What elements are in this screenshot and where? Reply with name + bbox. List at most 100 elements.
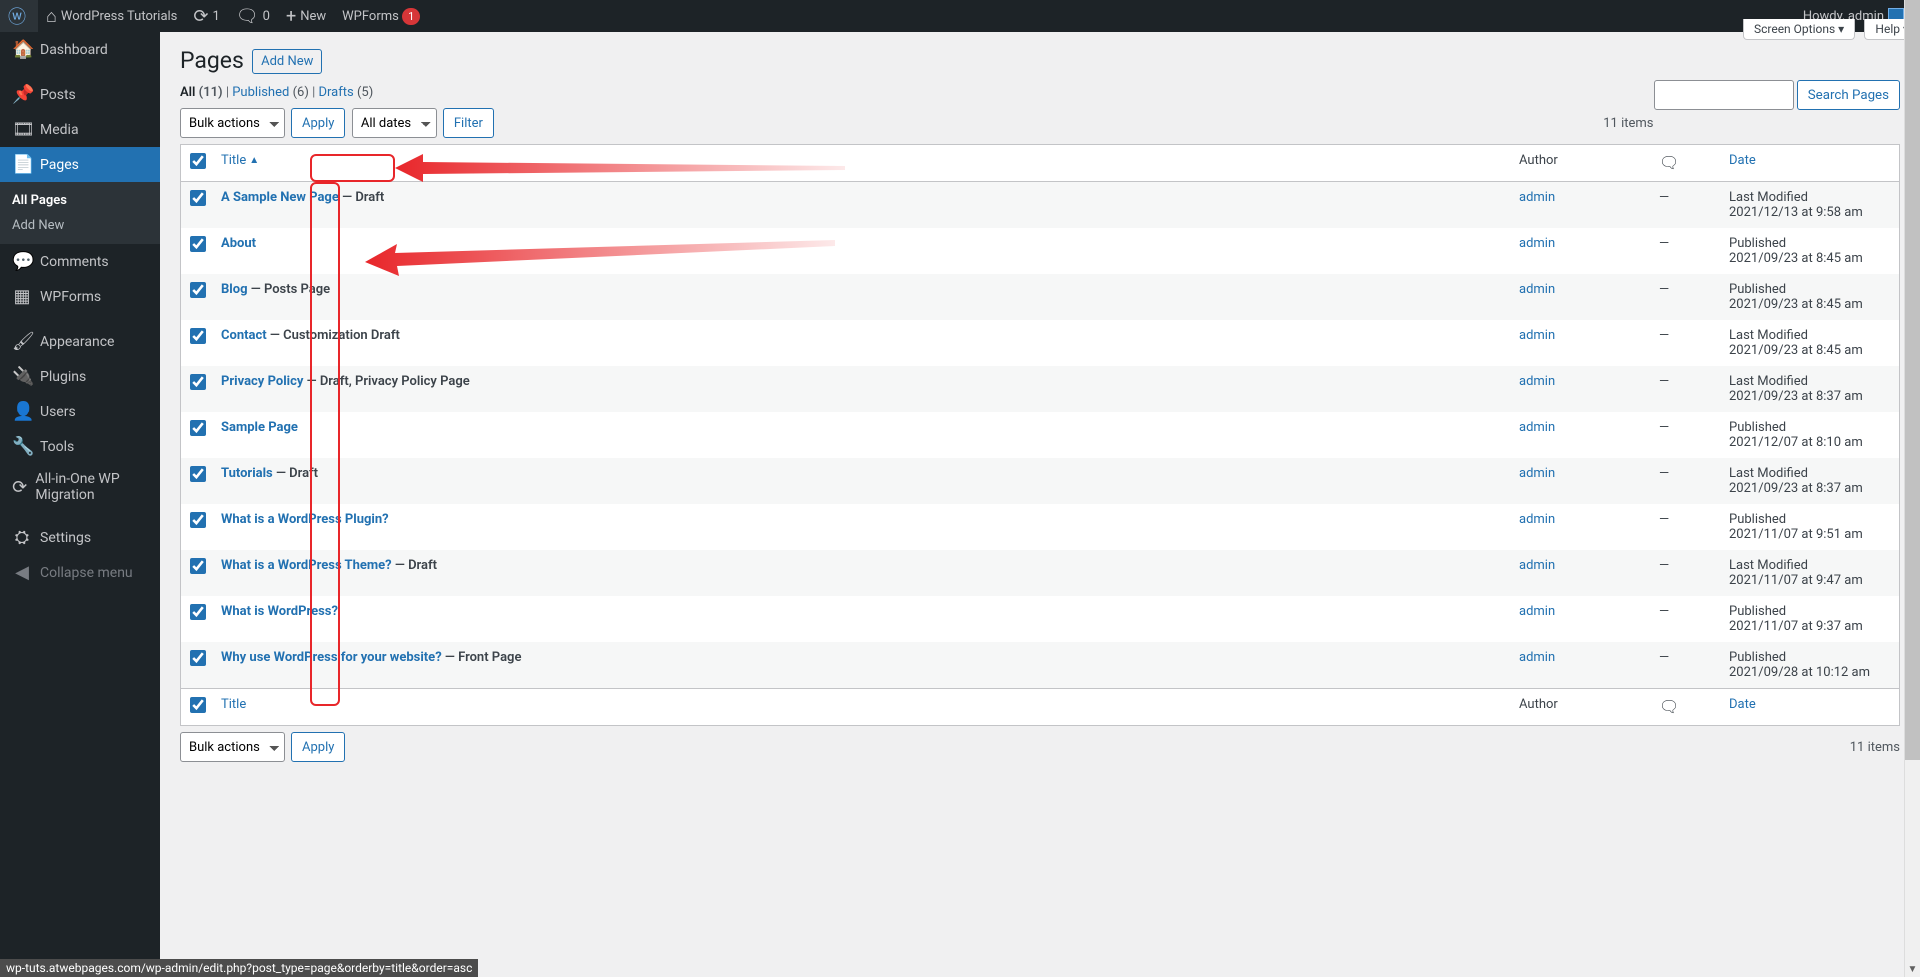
author-link[interactable]: admin (1519, 420, 1555, 435)
wpforms-icon: ▦ (12, 286, 32, 307)
search-input[interactable] (1654, 80, 1794, 110)
sidebar-item-pages[interactable]: 📄Pages (0, 147, 160, 182)
select-all-checkbox[interactable] (190, 153, 206, 169)
screen-options-button[interactable]: Screen Options ▾ (1743, 19, 1855, 40)
date-cell: Last Modified2021/11/07 at 9:47 am (1719, 550, 1899, 596)
sidebar-item-label: Appearance (40, 334, 114, 350)
add-new-button[interactable]: Add New (252, 49, 322, 74)
sidebar-item-migration[interactable]: ⟳All-in-One WP Migration (0, 464, 160, 510)
sidebar-item-tools[interactable]: 🔧Tools (0, 429, 160, 464)
page-title-link[interactable]: Why use WordPress for your website? (221, 650, 442, 665)
author-link[interactable]: admin (1519, 466, 1555, 481)
date-filter-select[interactable]: All dates (352, 108, 437, 138)
view-filters: All (11) | Published (6) | Drafts (5) (180, 85, 1900, 100)
sidebar-item-comments[interactable]: 💬 Comments (0, 244, 160, 279)
sidebar-item-plugins[interactable]: 🔌 Plugins (0, 359, 160, 394)
filter-all[interactable]: All (11) (180, 85, 223, 100)
sidebar-item-media[interactable]: 🎞Media (0, 112, 160, 147)
plugins-icon: 🔌 (12, 366, 32, 387)
scrollbar-track[interactable]: ▼ (1904, 0, 1920, 977)
column-title-sort-bottom[interactable]: Title (221, 697, 246, 712)
sidebar-item-label: Tools (40, 439, 74, 455)
comments-cell: — (1649, 458, 1719, 504)
sidebar-item-dashboard[interactable]: 🏠Dashboard (0, 32, 160, 67)
row-checkbox[interactable] (190, 558, 206, 574)
bulk-action-select-bottom[interactable]: Bulk actions (180, 732, 285, 762)
submenu-all-pages[interactable]: All Pages (0, 188, 160, 213)
comments-cell: — (1649, 228, 1719, 274)
page-title-link[interactable]: Sample Page (221, 420, 298, 435)
sidebar-item-label: Users (40, 404, 76, 420)
select-all-checkbox-bottom[interactable] (190, 697, 206, 713)
sidebar-item-settings[interactable]: ⛭ Settings (0, 520, 160, 555)
row-checkbox[interactable] (190, 282, 206, 298)
row-checkbox[interactable] (190, 374, 206, 390)
author-link[interactable]: admin (1519, 190, 1555, 205)
column-author-bottom[interactable]: Author (1509, 688, 1649, 725)
page-title-link[interactable]: A Sample New Page (221, 190, 339, 205)
sidebar-item-label: Settings (40, 530, 91, 546)
page-title-link[interactable]: What is a WordPress Plugin? (221, 512, 389, 527)
comments-cell: — (1649, 320, 1719, 366)
row-checkbox[interactable] (190, 466, 206, 482)
page-title-link[interactable]: What is a WordPress Theme? (221, 558, 392, 573)
filter-published[interactable]: Published (6) (232, 85, 309, 100)
sidebar-item-wpforms[interactable]: ▦ WPForms (0, 279, 160, 314)
pages-submenu: All Pages Add New (0, 182, 160, 244)
apply-button-top[interactable]: Apply (291, 108, 345, 138)
scroll-down-icon[interactable]: ▼ (1905, 961, 1920, 977)
column-comments-bottom[interactable]: 🗨 (1649, 688, 1719, 725)
row-checkbox[interactable] (190, 236, 206, 252)
screen-meta: Screen Options ▾ Help ▾ (160, 22, 1920, 37)
author-link[interactable]: admin (1519, 374, 1555, 389)
row-checkbox[interactable] (190, 420, 206, 436)
author-link[interactable]: admin (1519, 604, 1555, 619)
apply-button-bottom[interactable]: Apply (291, 732, 345, 762)
author-link[interactable]: admin (1519, 512, 1555, 527)
filter-button[interactable]: Filter (443, 108, 494, 138)
author-link[interactable]: admin (1519, 282, 1555, 297)
collapse-icon: ◀ (12, 562, 32, 583)
sidebar-item-label: Plugins (40, 369, 86, 385)
author-link[interactable]: admin (1519, 650, 1555, 665)
column-title-sort[interactable]: Title▲ (221, 153, 259, 168)
row-checkbox[interactable] (190, 328, 206, 344)
date-cell: Published2021/12/07 at 8:10 am (1719, 412, 1899, 458)
sidebar-item-posts[interactable]: 📌Posts (0, 77, 160, 112)
wp-logo[interactable]: ⓦ (0, 0, 38, 32)
table-row: What is a WordPress Plugin?admin—Publish… (181, 504, 1899, 550)
row-checkbox[interactable] (190, 190, 206, 206)
row-checkbox[interactable] (190, 650, 206, 666)
page-title-link[interactable]: Tutorials (221, 466, 273, 481)
table-row: Tutorials — Draftadmin—Last Modified2021… (181, 458, 1899, 504)
scrollbar-thumb[interactable] (1905, 0, 1920, 760)
page-title-link[interactable]: Contact (221, 328, 267, 343)
page-title-link[interactable]: What is WordPress? (221, 604, 338, 619)
table-row: Blog — Posts Pageadmin—Published2021/09/… (181, 274, 1899, 320)
row-checkbox[interactable] (190, 512, 206, 528)
column-comments[interactable]: 🗨 (1649, 145, 1719, 182)
bulk-action-select[interactable]: Bulk actions (180, 108, 285, 138)
page-title-link[interactable]: Privacy Policy (221, 374, 303, 389)
sidebar-item-appearance[interactable]: 🖌Appearance (0, 324, 160, 359)
sidebar-item-label: WPForms (40, 289, 101, 305)
author-link[interactable]: admin (1519, 236, 1555, 251)
column-date-sort[interactable]: Date (1729, 153, 1756, 168)
filter-drafts[interactable]: Drafts (5) (318, 85, 373, 100)
page-title-link[interactable]: About (221, 236, 256, 251)
search-button[interactable]: Search Pages (1797, 80, 1900, 110)
page-title-link[interactable]: Blog (221, 282, 248, 297)
column-date-sort-bottom[interactable]: Date (1729, 697, 1756, 712)
submenu-add-new[interactable]: Add New (0, 213, 160, 238)
date-cell: Published2021/11/07 at 9:37 am (1719, 596, 1899, 642)
column-author[interactable]: Author (1509, 145, 1649, 182)
row-checkbox[interactable] (190, 604, 206, 620)
sidebar-item-users[interactable]: 👤Users (0, 394, 160, 429)
sidebar-item-label: Comments (40, 254, 109, 270)
comments-icon: 💬 (12, 251, 32, 272)
author-link[interactable]: admin (1519, 328, 1555, 343)
date-cell: Last Modified2021/09/23 at 8:37 am (1719, 366, 1899, 412)
settings-icon: ⛭ (12, 527, 32, 548)
author-link[interactable]: admin (1519, 558, 1555, 573)
collapse-menu[interactable]: ◀Collapse menu (0, 555, 160, 590)
